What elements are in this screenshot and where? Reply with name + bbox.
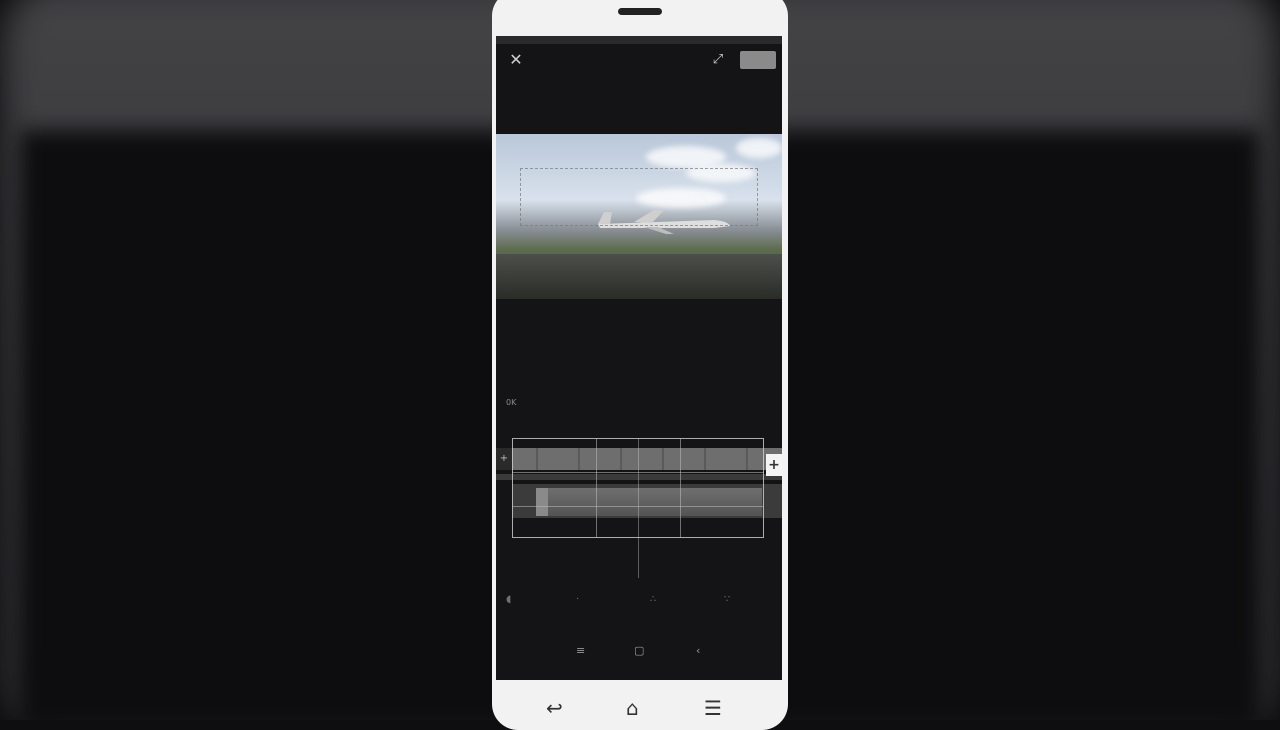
menu-icon[interactable]: ☰ xyxy=(704,696,722,720)
back-arrow-icon[interactable]: ↩ xyxy=(546,696,563,720)
delete-icon[interactable]: ∵ xyxy=(724,594,730,605)
cloud-shape xyxy=(736,138,782,158)
android-navigation-bar: ≡ ▢ ‹ xyxy=(496,644,782,668)
home-outline-icon[interactable]: ⌂ xyxy=(626,696,639,720)
expand-icon[interactable]: ⤢ xyxy=(708,50,728,70)
volume-icon[interactable]: ◖ xyxy=(506,594,511,605)
video-preview[interactable]: ☝ xyxy=(496,134,782,299)
phone-device: ✕ ⤢ ☝ 0K + + ◖ · ∴ ∵ ≡ ▢ ‹ ↩ ⌂ ☰ xyxy=(492,0,788,730)
grid-line xyxy=(680,438,681,538)
hand-pointer-icon: ☝ xyxy=(694,186,708,211)
close-icon[interactable]: ✕ xyxy=(506,50,526,70)
time-start-label: 0K xyxy=(506,398,517,407)
selection-rectangle xyxy=(520,168,758,226)
ground-area xyxy=(496,254,782,299)
phone-screen: ✕ ⤢ ☝ 0K + + ◖ · ∴ ∵ ≡ ▢ ‹ xyxy=(496,36,782,680)
back-icon[interactable]: ‹ xyxy=(696,644,700,657)
add-clip-button[interactable]: + xyxy=(766,454,782,476)
grid-line xyxy=(596,438,597,538)
home-icon[interactable]: ▢ xyxy=(634,644,644,657)
status-bar xyxy=(496,36,782,44)
speed-icon[interactable]: ∴ xyxy=(650,594,656,605)
phone-speaker xyxy=(618,8,662,15)
editor-toolbar: ◖ · ∴ ∵ xyxy=(496,594,782,618)
split-icon[interactable]: · xyxy=(576,594,579,605)
save-button[interactable] xyxy=(740,51,776,69)
timeline-editor[interactable]: + + xyxy=(496,438,782,578)
phone-hardware-nav: ↩ ⌂ ☰ xyxy=(492,688,788,730)
playhead[interactable] xyxy=(638,438,639,578)
add-clip-left-button[interactable]: + xyxy=(496,448,512,470)
editor-top-bar: ✕ ⤢ xyxy=(496,44,782,84)
recents-icon[interactable]: ≡ xyxy=(576,644,585,657)
